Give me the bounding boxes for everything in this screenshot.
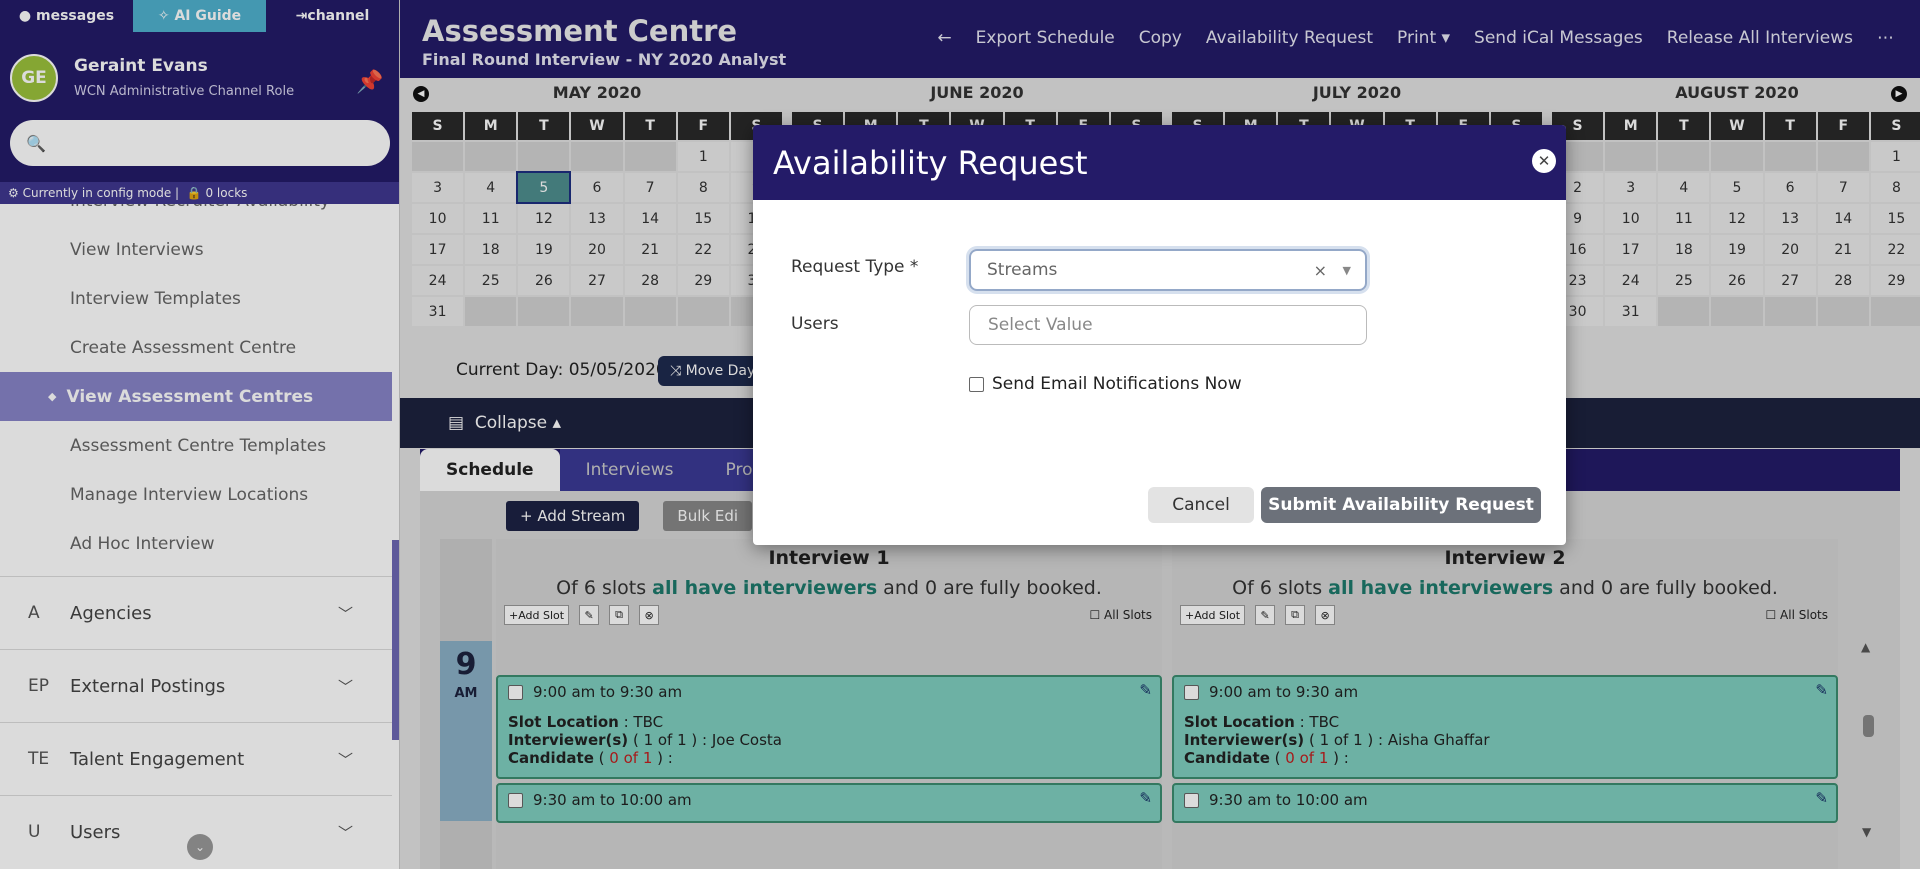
clear-icon[interactable]: × bbox=[1314, 261, 1327, 280]
availability-request-modal: Availability Request ✕ Request Type * St… bbox=[753, 125, 1566, 545]
close-icon[interactable]: ✕ bbox=[1532, 149, 1556, 173]
users-select[interactable]: Select Value bbox=[969, 305, 1367, 345]
request-type-label: Request Type * bbox=[791, 257, 919, 277]
users-label: Users bbox=[791, 314, 839, 334]
modal-title: Availability Request bbox=[753, 125, 1566, 200]
submit-availability-request-button[interactable]: Submit Availability Request bbox=[1261, 487, 1541, 523]
request-type-select[interactable]: Streams × ▼ bbox=[969, 249, 1367, 291]
cancel-button[interactable]: Cancel bbox=[1148, 487, 1254, 523]
caret-down-icon[interactable]: ▼ bbox=[1343, 264, 1351, 277]
email-notifications-checkbox[interactable]: Send Email Notifications Now bbox=[969, 374, 1242, 394]
checkbox[interactable] bbox=[969, 376, 984, 392]
